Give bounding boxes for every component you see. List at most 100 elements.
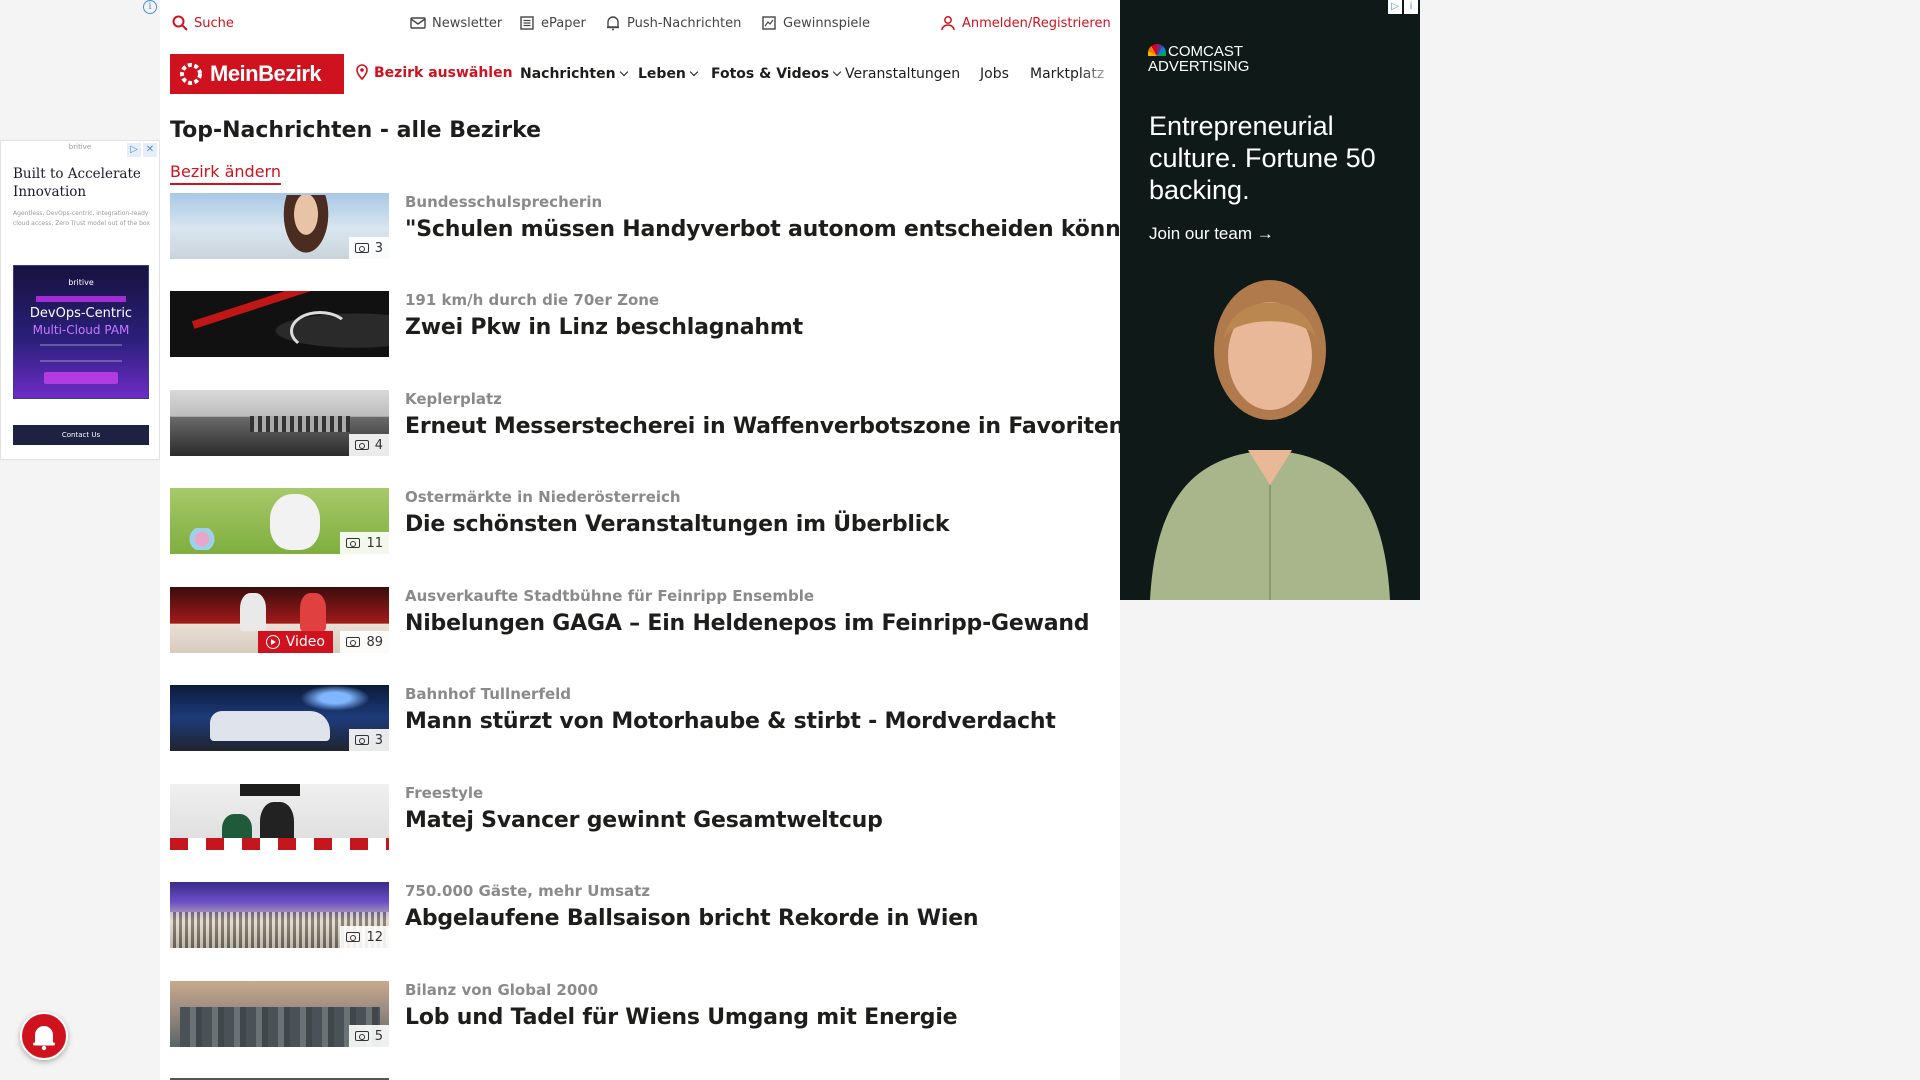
ad-headline: Entrepreneurial culture. Fortune 50 back… [1149, 111, 1376, 205]
ad-contact-button[interactable]: Contact Us [13, 425, 149, 445]
article-item[interactable]: 11 Ostermärkte in Niederösterreich Die s… [170, 488, 1110, 554]
article-headline[interactable]: Erneut Messerstecherei in Waffenverbotsz… [405, 414, 1124, 439]
video-badge: Video [257, 631, 333, 653]
article-thumbnail[interactable]: 12 [170, 882, 389, 948]
play-icon [265, 635, 280, 649]
article-headline[interactable]: Lob und Tadel für Wiens Umgang mit Energ… [405, 1005, 958, 1030]
login-link[interactable]: Anmelden/Registrieren [940, 14, 1111, 32]
push-label: Push-Nachrichten [627, 15, 742, 31]
article-thumbnail[interactable]: 3 [170, 193, 389, 259]
article-thumbnail[interactable]: 5 [170, 981, 389, 1047]
push-notifications-link[interactable]: Push-Nachrichten [605, 14, 741, 32]
article-item[interactable]: 191 km/h durch die 70er Zone Zwei Pkw in… [170, 291, 1110, 357]
thumbnail-subject [210, 711, 330, 741]
nav-item-veranstaltungen[interactable]: Veranstaltungen [845, 66, 960, 82]
newspaper-icon [520, 16, 534, 30]
article-headline[interactable]: Abgelaufene Ballsaison bricht Rekorde in… [405, 906, 979, 931]
ad-cta-link[interactable]: Join our team → [1149, 224, 1274, 244]
article-item[interactable]: 12 750.000 Gäste, mehr Umsatz Abgelaufen… [170, 882, 1110, 948]
article-headline[interactable]: Matej Svancer gewinnt Gesamtweltcup [405, 808, 883, 833]
article-headline[interactable]: Nibelungen GAGA – Ein Heldenepos im Fein… [405, 611, 1090, 636]
article-headline[interactable]: "Schulen müssen Handyverbot autonom ents… [405, 217, 1162, 242]
nav-item-leben[interactable]: Leben [638, 66, 699, 82]
right-display-ad[interactable]: ▷ i COMCAST ADVERTISING Entrepreneurial c… [1120, 0, 1420, 600]
image-count-badge: 89 [340, 631, 389, 653]
page-title: Top-Nachrichten - alle Bezirke [170, 118, 542, 143]
article-kicker: 750.000 Gäste, mehr Umsatz [405, 882, 651, 900]
article-headline[interactable]: Mann stürzt von Motorhaube & stirbt - Mo… [405, 709, 1056, 734]
nav-item-fotos-videos[interactable]: Fotos & Videos [711, 66, 842, 82]
article-thumbnail[interactable]: Video 89 [170, 587, 389, 653]
site-logo[interactable]: MeinBezirk [170, 54, 344, 94]
thumbnail-subject [300, 593, 326, 631]
video-label: Video [285, 634, 325, 650]
article-item[interactable]: 5 Bilanz von Global 2000 Lob und Tadel f… [170, 981, 1110, 1047]
nav-label-leben: Leben [638, 66, 686, 82]
bell-icon [33, 1026, 55, 1051]
article-thumbnail[interactable]: 11 [170, 488, 389, 554]
ad-promo-subtitle: Multi-Cloud PAM [32, 323, 130, 337]
adchoices-icon[interactable]: ▷ i [1388, 0, 1418, 14]
change-district-link[interactable]: Bezirk ändern [170, 162, 281, 185]
image-count-badge: 12 [340, 926, 389, 948]
contests-link[interactable]: Gewinnspiele [761, 14, 870, 32]
user-icon [941, 16, 955, 31]
thumbnail-subject [270, 494, 320, 550]
thumbnail-detail [300, 685, 370, 711]
nav-label-veranstaltungen: Veranstaltungen [845, 66, 961, 82]
article-thumbnail[interactable] [170, 291, 389, 357]
article-kicker: Bahnhof Tullnerfeld [405, 685, 572, 703]
epaper-link[interactable]: ePaper [519, 14, 586, 32]
location-pin-icon [356, 64, 368, 81]
select-district-link[interactable]: Bezirk auswählen [356, 64, 513, 81]
article-headline[interactable]: Zwei Pkw in Linz beschlagnahmt [405, 315, 803, 340]
left-skyscraper-ad[interactable]: ▷ ✕ britive Built to Accelerate Innovatio… [0, 140, 160, 460]
article-thumbnail[interactable]: 4 [170, 390, 389, 456]
nav-label-nachrichten: Nachrichten [520, 66, 616, 82]
search-link[interactable]: Suche [172, 14, 234, 32]
logo-text: MeinBezirk [210, 61, 322, 86]
article-item[interactable]: 3 Bundesschulsprecherin "Schulen müssen … [170, 193, 1162, 259]
article-kicker: Bundesschulsprecherin [405, 193, 603, 211]
newsletter-link[interactable]: Newsletter [410, 14, 502, 32]
image-count: 5 [374, 1028, 383, 1044]
ad-headline: Built to Accelerate Innovation [13, 166, 141, 200]
chevron-down-icon [689, 67, 699, 77]
camera-icon [354, 735, 369, 745]
login-label: Anmelden/Registrieren [962, 15, 1111, 31]
article-item[interactable]: Video 89 Ausverkaufte Stadtbühne für Fei… [170, 587, 1110, 653]
thumbnail-detail [250, 416, 350, 432]
article-item[interactable]: 3 Bahnhof Tullnerfeld Mann stürzt von Mo… [170, 685, 1110, 751]
article-thumbnail[interactable] [170, 784, 389, 850]
image-count: 3 [374, 732, 383, 748]
article-kicker: Ostermärkte in Niederösterreich [405, 488, 681, 506]
ad-info-icon[interactable]: i [143, 0, 157, 14]
thumbnail-subject [280, 195, 332, 259]
chevron-down-icon [832, 67, 842, 77]
epaper-label: ePaper [541, 15, 586, 31]
thumbnail-detail [170, 838, 389, 850]
article-kicker: Freestyle [405, 784, 484, 802]
ad-brand: britive [68, 143, 92, 151]
article-item[interactable]: Freestyle Matej Svancer gewinnt Gesamtwe… [170, 784, 1110, 850]
camera-icon [354, 1031, 369, 1041]
thumbnail-detail [240, 784, 300, 796]
camera-icon [354, 243, 369, 253]
article-headline[interactable]: Die schönsten Veranstaltungen im Überbli… [405, 512, 950, 537]
image-count: 3 [374, 240, 383, 256]
notification-bell-button[interactable] [20, 1012, 68, 1060]
camera-icon [346, 932, 361, 942]
nav-item-jobs[interactable]: Jobs [980, 66, 1009, 82]
chevron-down-icon [619, 67, 628, 77]
logo-flower-icon [180, 63, 202, 85]
ad-promo-brand: britive [68, 278, 94, 287]
ad-promo-bar [36, 296, 126, 302]
article-item[interactable]: 4 Keplerplatz Erneut Messerstecherei in … [170, 390, 1124, 456]
ad-promo-graphic [40, 344, 122, 362]
article-thumbnail[interactable]: 3 [170, 685, 389, 751]
image-count-badge: 4 [348, 434, 389, 456]
article-kicker: Keplerplatz [405, 390, 502, 408]
contests-label: Gewinnspiele [783, 15, 871, 31]
nav-item-nachrichten[interactable]: Nachrichten [520, 66, 628, 82]
ad-brand-line2: ADVERTISING [1148, 58, 1250, 75]
